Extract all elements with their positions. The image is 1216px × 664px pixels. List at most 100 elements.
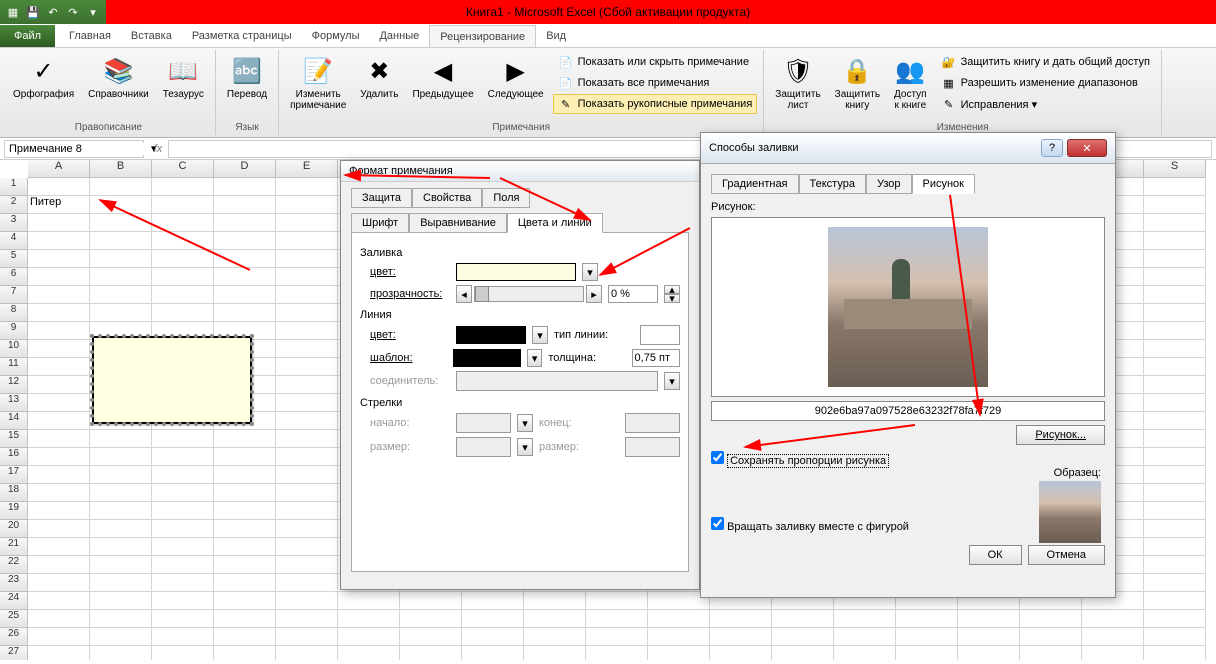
delete-comment-button[interactable]: ✖Удалить (355, 52, 403, 103)
cell-E12[interactable] (276, 376, 338, 394)
name-box[interactable]: ▾ (4, 140, 144, 158)
cell-S13[interactable] (1144, 394, 1206, 412)
cell-E14[interactable] (276, 412, 338, 430)
cell-R26[interactable] (1082, 628, 1144, 646)
row-3[interactable]: 3 (0, 214, 28, 232)
cell-N25[interactable] (834, 610, 896, 628)
col-D[interactable]: D (214, 160, 276, 178)
cell-D8[interactable] (214, 304, 276, 322)
dlg2-titlebar[interactable]: Способы заливки ?✕ (701, 133, 1115, 164)
cell-C20[interactable] (152, 520, 214, 538)
cell-E19[interactable] (276, 502, 338, 520)
cell-B2[interactable] (90, 196, 152, 214)
cell-B5[interactable] (90, 250, 152, 268)
cell-D27[interactable] (214, 646, 276, 660)
cell-C1[interactable] (152, 178, 214, 196)
cell-S14[interactable] (1144, 412, 1206, 430)
cell-A7[interactable] (28, 286, 90, 304)
select-picture-button[interactable]: Рисунок... (1016, 425, 1105, 445)
row-17[interactable]: 17 (0, 466, 28, 484)
slider-thumb[interactable] (475, 286, 489, 302)
color-swatch[interactable] (456, 263, 576, 281)
cell-S16[interactable] (1144, 448, 1206, 466)
cell-A6[interactable] (28, 268, 90, 286)
color-dropdown-icon[interactable]: ▾ (582, 263, 598, 281)
row-10[interactable]: 10 (0, 340, 28, 358)
col-C[interactable]: C (152, 160, 214, 178)
row-20[interactable]: 20 (0, 520, 28, 538)
cell-C17[interactable] (152, 466, 214, 484)
pattern-dd-icon[interactable]: ▾ (527, 349, 543, 367)
cell-A10[interactable] (28, 340, 90, 358)
cell-D6[interactable] (214, 268, 276, 286)
cell-B23[interactable] (90, 574, 152, 592)
cell-D15[interactable] (214, 430, 276, 448)
cell-C24[interactable] (152, 592, 214, 610)
tab-colors-lines[interactable]: Цвета и линии (507, 213, 603, 233)
cell-D4[interactable] (214, 232, 276, 250)
cell-K26[interactable] (648, 628, 710, 646)
weight-value[interactable]: 0,75 пт (632, 349, 680, 367)
cell-E25[interactable] (276, 610, 338, 628)
save-icon[interactable]: 💾 (24, 3, 42, 21)
fx-icon[interactable]: fx (148, 143, 168, 155)
cell-S5[interactable] (1144, 250, 1206, 268)
cell-M26[interactable] (772, 628, 834, 646)
cell-P25[interactable] (958, 610, 1020, 628)
tab-view[interactable]: Вид (536, 25, 576, 47)
cell-S2[interactable] (1144, 196, 1206, 214)
cell-O27[interactable] (896, 646, 958, 660)
cell-B3[interactable] (90, 214, 152, 232)
cell-E10[interactable] (276, 340, 338, 358)
cell-S20[interactable] (1144, 520, 1206, 538)
cell-E21[interactable] (276, 538, 338, 556)
cell-A15[interactable] (28, 430, 90, 448)
cell-E1[interactable] (276, 178, 338, 196)
cell-A21[interactable] (28, 538, 90, 556)
cell-E22[interactable] (276, 556, 338, 574)
cell-C4[interactable] (152, 232, 214, 250)
cell-B24[interactable] (90, 592, 152, 610)
row-8[interactable]: 8 (0, 304, 28, 322)
cell-Q27[interactable] (1020, 646, 1082, 660)
cell-E20[interactable] (276, 520, 338, 538)
cell-B6[interactable] (90, 268, 152, 286)
cell-A20[interactable] (28, 520, 90, 538)
cell-S1[interactable] (1144, 178, 1206, 196)
cell-C5[interactable] (152, 250, 214, 268)
line-color-dd-icon[interactable]: ▾ (532, 326, 548, 344)
row-13[interactable]: 13 (0, 394, 28, 412)
cell-R27[interactable] (1082, 646, 1144, 660)
cell-S27[interactable] (1144, 646, 1206, 660)
cell-E5[interactable] (276, 250, 338, 268)
pattern-swatch[interactable] (453, 349, 521, 367)
cell-S21[interactable] (1144, 538, 1206, 556)
tab-layout[interactable]: Разметка страницы (182, 25, 302, 47)
cell-S25[interactable] (1144, 610, 1206, 628)
cell-E4[interactable] (276, 232, 338, 250)
cell-E2[interactable] (276, 196, 338, 214)
next-comment-button[interactable]: ▶Следующее (483, 52, 549, 103)
research-button[interactable]: 📚Справочники (83, 52, 154, 103)
row-23[interactable]: 23 (0, 574, 28, 592)
tab-align[interactable]: Выравнивание (409, 213, 507, 233)
tab-pattern[interactable]: Узор (866, 174, 912, 194)
cell-E18[interactable] (276, 484, 338, 502)
cell-A3[interactable] (28, 214, 90, 232)
protect-book-button[interactable]: 🔒Защитить книгу (830, 52, 885, 114)
cell-B27[interactable] (90, 646, 152, 660)
cell-S3[interactable] (1144, 214, 1206, 232)
cell-H26[interactable] (462, 628, 524, 646)
cell-B7[interactable] (90, 286, 152, 304)
cell-C22[interactable] (152, 556, 214, 574)
cell-S22[interactable] (1144, 556, 1206, 574)
cell-C27[interactable] (152, 646, 214, 660)
cell-A8[interactable] (28, 304, 90, 322)
close-icon[interactable]: ✕ (1067, 139, 1107, 157)
cell-D7[interactable] (214, 286, 276, 304)
row-18[interactable]: 18 (0, 484, 28, 502)
cell-S11[interactable] (1144, 358, 1206, 376)
tab-formulas[interactable]: Формулы (302, 25, 370, 47)
cell-E24[interactable] (276, 592, 338, 610)
cell-C25[interactable] (152, 610, 214, 628)
